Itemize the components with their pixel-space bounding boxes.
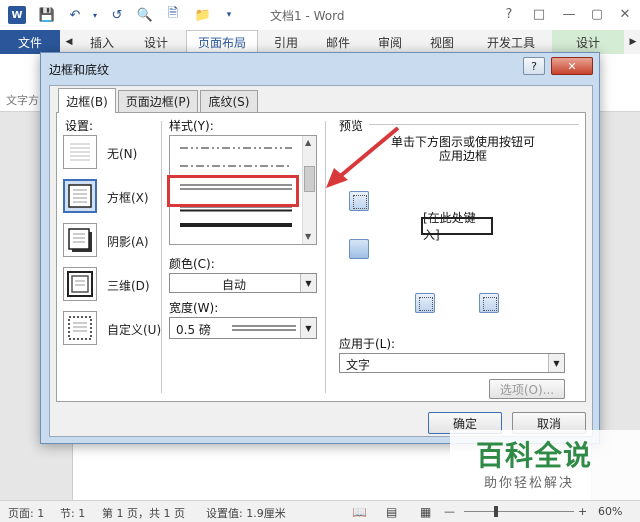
color-combobox[interactable]: 自动 ▼ bbox=[169, 273, 317, 293]
apply-to-value: 文字 bbox=[346, 358, 371, 372]
tab-references[interactable]: 引用 bbox=[264, 30, 308, 54]
watermark: 百科全说 助你轻松解决 bbox=[450, 430, 640, 500]
bottom-border-button[interactable] bbox=[349, 239, 369, 259]
style-option-dashdot[interactable] bbox=[180, 164, 292, 168]
right-border-button[interactable] bbox=[479, 293, 499, 313]
highlight-selected-style bbox=[167, 175, 299, 207]
color-value: 自动 bbox=[222, 278, 247, 292]
style-label: 样式(Y): bbox=[169, 119, 214, 133]
dialog-help-button[interactable]: ? bbox=[523, 57, 545, 75]
undo-icon[interactable]: ↶ bbox=[66, 6, 84, 24]
zoom-slider-thumb[interactable] bbox=[494, 506, 498, 517]
setting-none-icon bbox=[63, 135, 97, 169]
setting-shadow-icon bbox=[63, 223, 97, 257]
tab-view[interactable]: 视图 bbox=[420, 30, 464, 54]
dialog-close-button[interactable]: ✕ bbox=[551, 57, 593, 75]
watermark-sub: 助你轻松解决 bbox=[484, 476, 575, 491]
print-layout-icon[interactable]: ▤ bbox=[386, 505, 397, 519]
borders-shading-dialog: 边框和底纹 ? ✕ 边框(B) 页面边框(P) 底纹(S) 设置: 无(N) 方… bbox=[40, 52, 600, 444]
status-bar: 页面: 1 节: 1 第 1 页，共 1 页 设置值: 1.9厘米 📖 ▤ ▦ … bbox=[0, 500, 640, 522]
apply-to-label: 应用于(L): bbox=[339, 337, 396, 351]
width-combobox[interactable]: 0.5 磅 ▼ bbox=[169, 317, 317, 339]
zoom-slider[interactable] bbox=[464, 511, 574, 512]
tab-scroll-right-icon[interactable]: ▶ bbox=[626, 30, 640, 54]
settings-label: 设置: bbox=[65, 119, 94, 133]
style-scrollbar[interactable]: ▲ ▼ bbox=[302, 136, 316, 244]
tab-borders[interactable]: 边框(B) bbox=[58, 88, 116, 113]
style-option-dashdotdot[interactable] bbox=[180, 146, 292, 150]
help-icon[interactable]: ? bbox=[498, 4, 520, 24]
apply-to-dropdown-icon[interactable]: ▼ bbox=[548, 354, 564, 372]
tab-context-design[interactable]: 设计 bbox=[552, 30, 624, 54]
setting-none[interactable]: 无(N) bbox=[63, 135, 163, 171]
setting-box-icon bbox=[63, 179, 97, 213]
scroll-thumb[interactable] bbox=[304, 166, 315, 192]
setting-shadow[interactable]: 阴影(A) bbox=[63, 223, 163, 259]
tab-page-layout[interactable]: 页面布局 bbox=[186, 30, 258, 54]
setting-none-label: 无(N) bbox=[107, 147, 138, 161]
ribbon-options-icon[interactable]: □ bbox=[528, 4, 550, 24]
status-page[interactable]: 页面: 1 bbox=[8, 505, 44, 521]
setting-custom-icon bbox=[63, 311, 97, 345]
setting-box-label: 方框(X) bbox=[107, 191, 149, 205]
width-sample-line bbox=[232, 325, 296, 331]
tab-scroll-left-icon[interactable]: ◀ bbox=[62, 30, 76, 54]
tab-file[interactable]: 文件 bbox=[0, 30, 60, 54]
window-title: 文档1 - Word bbox=[270, 9, 345, 23]
watermark-main: 百科全说 bbox=[476, 439, 593, 472]
print-preview-icon[interactable]: 🔍 bbox=[136, 6, 154, 24]
new-document-icon[interactable]: 🗎 bbox=[164, 6, 182, 24]
zoom-out-icon[interactable]: — bbox=[444, 505, 455, 518]
undo-dropdown-icon[interactable]: ▾ bbox=[86, 6, 104, 24]
tab-mailings[interactable]: 邮件 bbox=[316, 30, 360, 54]
status-position[interactable]: 设置值: 1.9厘米 bbox=[206, 505, 286, 521]
color-label: 颜色(C): bbox=[169, 257, 215, 271]
color-dropdown-icon[interactable]: ▼ bbox=[300, 274, 316, 292]
zoom-level[interactable]: 60% bbox=[598, 505, 622, 518]
setting-custom[interactable]: 自定义(U) bbox=[63, 311, 163, 347]
minimize-icon[interactable]: — bbox=[558, 4, 580, 24]
scroll-up-icon[interactable]: ▲ bbox=[305, 138, 311, 147]
tab-page-border[interactable]: 页面边框(P) bbox=[118, 90, 198, 112]
preview-sample-text[interactable]: [在此处键入] bbox=[421, 211, 493, 242]
status-pages[interactable]: 第 1 页，共 1 页 bbox=[102, 505, 185, 521]
left-border-button[interactable] bbox=[415, 293, 435, 313]
title-bar: W 💾 ↶ ▾ ↺ 🔍 🗎 📁 ▾ 文档1 - Word ? □ — ▢ ✕ bbox=[0, 0, 640, 30]
tab-developer[interactable]: 开发工具 bbox=[476, 30, 546, 54]
setting-3d-label: 三维(D) bbox=[107, 279, 150, 293]
width-dropdown-icon[interactable]: ▼ bbox=[300, 318, 316, 338]
annotation-arrow bbox=[326, 126, 400, 188]
open-folder-icon[interactable]: 📁 bbox=[194, 6, 212, 24]
ribbon-tabs: 文件 ◀ 插入 设计 页面布局 引用 邮件 审阅 视图 开发工具 设计 ▶ bbox=[0, 30, 640, 54]
save-icon[interactable]: 💾 bbox=[38, 6, 56, 24]
dialog-title: 边框和底纹 bbox=[49, 63, 110, 77]
customize-toolbar-icon[interactable]: ▾ bbox=[220, 6, 238, 24]
tab-insert[interactable]: 插入 bbox=[80, 30, 124, 54]
setting-3d-icon bbox=[63, 267, 97, 301]
read-mode-icon[interactable]: 📖 bbox=[352, 505, 367, 519]
setting-custom-label: 自定义(U) bbox=[107, 323, 162, 337]
width-value: 0.5 磅 bbox=[176, 323, 211, 337]
style-option-thick[interactable] bbox=[180, 222, 292, 228]
web-layout-icon[interactable]: ▦ bbox=[420, 505, 431, 519]
divider-left bbox=[161, 121, 162, 393]
maximize-icon[interactable]: ▢ bbox=[586, 4, 608, 24]
word-logo-icon: W bbox=[8, 6, 26, 24]
zoom-in-icon[interactable]: + bbox=[578, 505, 587, 518]
scroll-down-icon[interactable]: ▼ bbox=[305, 232, 311, 241]
redo-icon[interactable]: ↺ bbox=[108, 6, 126, 24]
ribbon-group-label: 文字方 bbox=[6, 94, 39, 107]
setting-3d[interactable]: 三维(D) bbox=[63, 267, 163, 303]
close-icon[interactable]: ✕ bbox=[614, 4, 636, 24]
status-section[interactable]: 节: 1 bbox=[60, 505, 85, 521]
options-button[interactable]: 选项(O)... bbox=[489, 379, 565, 399]
tab-design[interactable]: 设计 bbox=[134, 30, 178, 54]
width-label: 宽度(W): bbox=[169, 301, 219, 315]
tab-review[interactable]: 审阅 bbox=[368, 30, 412, 54]
tab-shading[interactable]: 底纹(S) bbox=[200, 90, 258, 112]
setting-shadow-label: 阴影(A) bbox=[107, 235, 149, 249]
apply-to-combobox[interactable]: 文字 ▼ bbox=[339, 353, 565, 373]
setting-box[interactable]: 方框(X) bbox=[63, 179, 163, 215]
